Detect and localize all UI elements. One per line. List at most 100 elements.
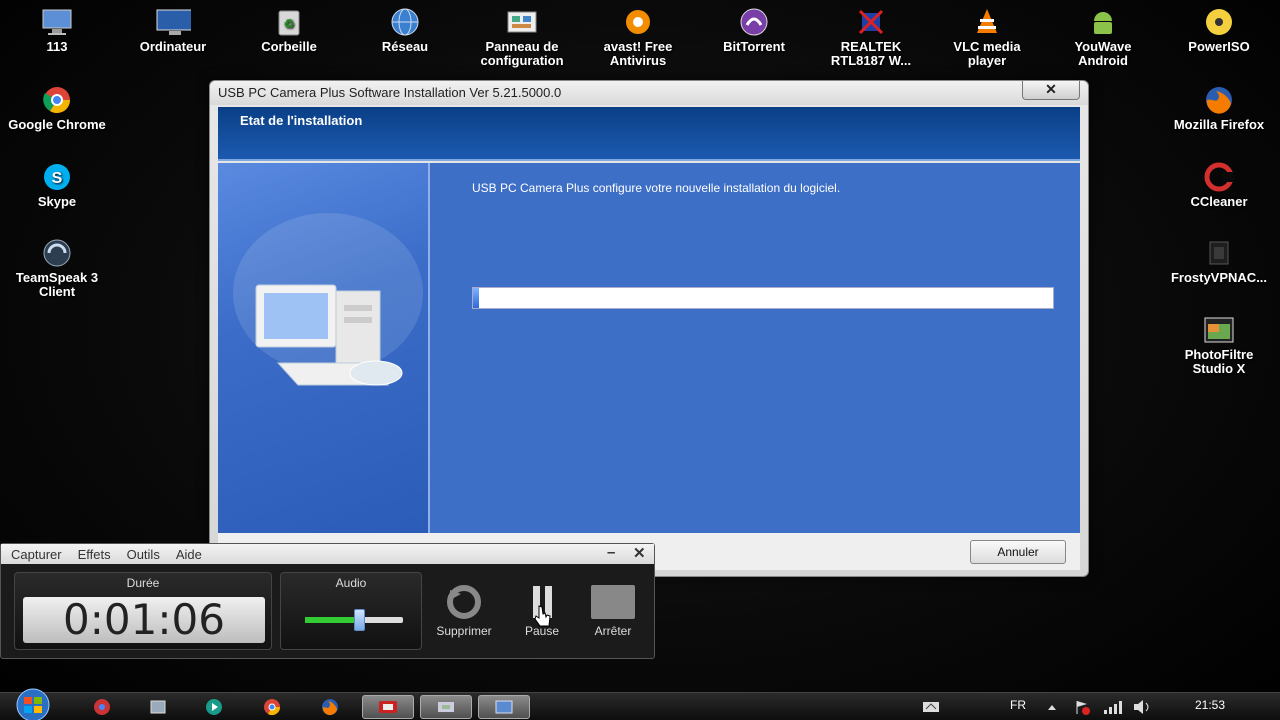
delete-label: Supprimer	[436, 624, 492, 638]
flag-alert-icon[interactable]	[1074, 699, 1090, 715]
menu-aide[interactable]: Aide	[176, 547, 202, 562]
setup-window-icon	[495, 700, 513, 714]
desktop-icon-ordinateur[interactable]: Ordinateur	[118, 6, 228, 54]
desktop-icon-frostyvpn[interactable]: FrostyVPNAC...	[1164, 237, 1274, 285]
windows-logo-icon	[16, 688, 50, 720]
desktop-icon-chrome[interactable]: Google Chrome	[2, 84, 112, 132]
svg-text:S: S	[52, 170, 63, 187]
installer-close-button[interactable]: ✕	[1022, 81, 1080, 100]
menu-outils[interactable]: Outils	[127, 547, 160, 562]
explorer-icon	[150, 700, 166, 714]
computer-setup-icon	[233, 213, 423, 386]
language-indicator[interactable]: FR	[1010, 698, 1026, 712]
desktop-icon-label: avast! Free Antivirus	[603, 39, 673, 68]
computer-icon	[155, 6, 191, 38]
taskbar-firefox[interactable]	[304, 695, 356, 719]
audio-box: Audio	[280, 572, 422, 650]
stop-button[interactable]: Arrêter	[583, 584, 643, 638]
taskbar-chrome[interactable]	[246, 695, 298, 719]
skype-icon: S	[39, 161, 75, 193]
realtek-wireless-icon	[853, 6, 889, 38]
desktop-icon-skype[interactable]: S Skype	[2, 161, 112, 209]
desktop-icon-label: Réseau	[381, 39, 429, 54]
desktop-icon-label: REALTEK RTL8187 W...	[830, 39, 912, 68]
svg-text:♻: ♻	[284, 17, 295, 31]
audio-slider-thumb[interactable]	[353, 609, 365, 631]
recycle-bin-icon: ♻	[271, 6, 307, 38]
desktop-icon-label: CCleaner	[1190, 194, 1248, 209]
taskbar-installer[interactable]	[420, 695, 472, 719]
desktop-icon-113[interactable]: 113	[2, 6, 112, 54]
recorder-close-button[interactable]: ✕	[633, 544, 646, 562]
desktop-icon-teamspeak[interactable]: TeamSpeak 3 Client	[2, 237, 112, 299]
recorder-panel: Capturer Effets Outils Aide – ✕ Durée 0:…	[0, 543, 655, 659]
clock[interactable]: 21:53	[1195, 698, 1225, 712]
firefox-icon	[322, 699, 338, 716]
recorder-minimize-button[interactable]: –	[607, 544, 615, 561]
desktop-icon-bittorrent[interactable]: BitTorrent	[699, 6, 809, 54]
duration-box: Durée 0:01:06	[14, 572, 272, 650]
installer-app-icon	[438, 702, 454, 712]
action-center-icon[interactable]	[922, 700, 940, 714]
audio-caption: Audio	[335, 576, 367, 590]
desktop-icon-label: Ordinateur	[139, 39, 207, 54]
audio-level-bar	[305, 617, 359, 623]
vpn-icon	[1201, 237, 1237, 269]
desktop-icon-label: Corbeille	[261, 39, 317, 54]
taskbar-setup[interactable]	[478, 695, 530, 719]
network-signal-icon[interactable]	[1102, 699, 1122, 715]
stop-label: Arrêter	[594, 624, 632, 638]
menu-effets[interactable]: Effets	[78, 547, 111, 562]
recorder-menubar: Capturer Effets Outils Aide – ✕	[1, 544, 654, 564]
taskbar-media[interactable]	[188, 695, 240, 719]
desktop-icon-panneau[interactable]: Panneau de configuration	[467, 6, 577, 68]
show-hidden-icons-icon[interactable]	[1046, 702, 1058, 714]
desktop-icon-poweriso[interactable]: PowerISO	[1164, 6, 1274, 54]
computer-monitor-icon	[39, 6, 75, 38]
desktop-icon-vlc[interactable]: VLC media player	[932, 6, 1042, 68]
desktop-icon-avast[interactable]: avast! Free Antivirus	[583, 6, 693, 68]
cancel-button[interactable]: Annuler	[970, 540, 1066, 564]
start-button[interactable]	[6, 687, 60, 720]
installer-header-title: Etat de l'installation	[240, 113, 363, 128]
desktop-icon-photofiltre[interactable]: PhotoFiltre Studio X	[1164, 314, 1274, 376]
vlc-cone-icon	[969, 6, 1005, 38]
android-icon	[1085, 6, 1121, 38]
installer-progress-fill	[473, 288, 479, 308]
installer-header: Etat de l'installation	[218, 107, 1080, 161]
menu-capturer[interactable]: Capturer	[11, 547, 62, 562]
desktop-icon-label: Mozilla Firefox	[1173, 117, 1265, 132]
taskbar-explorer[interactable]	[132, 695, 184, 719]
chrome-icon	[264, 699, 281, 716]
desktop-icon-label: PhotoFiltre Studio X	[1184, 347, 1254, 376]
desktop-icon-label: VLC media player	[953, 39, 1021, 68]
desktop-icon-corbeille[interactable]: ♻ Corbeille	[234, 6, 344, 54]
desktop-icon-label: FrostyVPNAC...	[1170, 270, 1268, 285]
desktop-icon-ccleaner[interactable]: CCleaner	[1164, 161, 1274, 209]
poweriso-disc-icon	[1201, 6, 1237, 38]
desktop-icon-label: Panneau de configuration	[480, 39, 564, 68]
installer-progress-bar	[472, 287, 1054, 309]
installer-message: USB PC Camera Plus configure votre nouve…	[472, 181, 841, 195]
desktop-icon-firefox[interactable]: Mozilla Firefox	[1164, 84, 1274, 132]
desktop-icon-youwave[interactable]: YouWave Android	[1048, 6, 1158, 68]
stop-icon	[590, 584, 636, 620]
media-player-icon	[206, 699, 222, 715]
desktop-icon-label: BitTorrent	[723, 39, 785, 54]
duration-caption: Durée	[126, 576, 160, 590]
desktop-icon-reseau[interactable]: Réseau	[350, 6, 460, 54]
delete-button[interactable]: Supprimer	[434, 584, 494, 638]
chrome-icon	[94, 699, 110, 715]
bittorrent-icon	[736, 6, 772, 38]
installer-side-panel	[218, 163, 430, 533]
desktop-icon-realtek[interactable]: REALTEK RTL8187 W...	[816, 6, 926, 68]
volume-icon[interactable]	[1132, 699, 1152, 715]
desktop-icon-label: YouWave Android	[1074, 39, 1132, 68]
photofiltre-icon	[1201, 314, 1237, 346]
teamspeak-icon	[39, 237, 75, 269]
ccleaner-icon	[1201, 161, 1237, 193]
taskbar-chrome-alt[interactable]	[76, 695, 128, 719]
firefox-icon	[1201, 84, 1237, 116]
taskbar-recorder[interactable]	[362, 695, 414, 719]
undo-circle-icon	[441, 584, 487, 620]
